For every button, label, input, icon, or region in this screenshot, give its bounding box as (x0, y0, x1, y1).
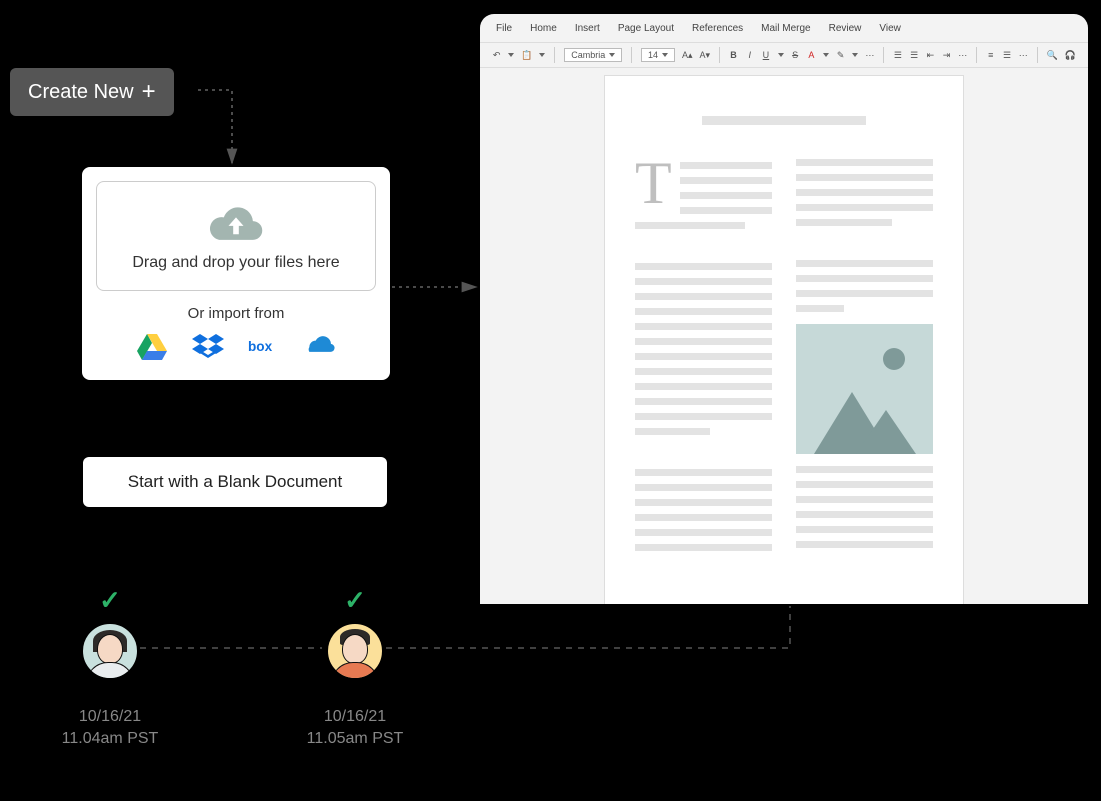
dropbox-icon[interactable] (192, 332, 224, 360)
font-size-select[interactable]: 14 (641, 48, 675, 62)
paste-icon[interactable]: 📋 (521, 49, 532, 61)
upload-dropzone[interactable]: Drag and drop your files here (96, 181, 376, 291)
timestamp-date: 10/16/21 (55, 706, 165, 728)
doc-column-right (796, 159, 933, 567)
check-icon: ✓ (300, 585, 410, 616)
chevron-down-icon[interactable] (778, 53, 784, 57)
start-blank-label: Start with a Blank Document (128, 472, 342, 491)
undo-icon[interactable]: ↶ (492, 49, 501, 61)
more-icon[interactable]: ⋯ (1019, 49, 1028, 61)
strikethrough-icon[interactable]: S (791, 49, 800, 61)
menu-file[interactable]: File (496, 23, 512, 34)
timestamp-date: 10/16/21 (300, 706, 410, 728)
timestamp-time: 11.05am PST (300, 728, 410, 750)
doc-column-left: T (635, 159, 772, 567)
svg-text:box: box (248, 339, 273, 354)
document-editor-window: File Home Insert Page Layout References … (480, 14, 1088, 604)
dropzone-text: Drag and drop your files here (107, 254, 365, 272)
import-services-row: box (96, 332, 376, 360)
increase-font-icon[interactable]: A▴ (682, 49, 693, 61)
check-icon: ✓ (55, 585, 165, 616)
bullet-list-icon[interactable]: ☰ (893, 49, 902, 61)
search-icon[interactable]: 🔍 (1047, 49, 1058, 61)
start-blank-document-button[interactable]: Start with a Blank Document (83, 457, 387, 507)
avatar (326, 622, 384, 680)
plus-icon: + (142, 80, 156, 104)
menu-insert[interactable]: Insert (575, 23, 600, 34)
increase-indent-icon[interactable]: ⇥ (942, 49, 951, 61)
toolbar: ↶ 📋 Cambria 14 A▴ A▾ B I U S A ✎ ⋯ ☰ ☰ ⇤… (480, 42, 1088, 68)
image-placeholder (796, 324, 933, 454)
menu-references[interactable]: References (692, 23, 743, 34)
import-from-label: Or import from (96, 305, 376, 322)
doc-title-placeholder (702, 116, 866, 125)
chevron-down-icon[interactable] (852, 53, 858, 57)
chevron-down-icon[interactable] (508, 53, 514, 57)
underline-icon[interactable]: U (761, 49, 770, 61)
dropcap-letter: T (635, 159, 672, 207)
menu-bar: File Home Insert Page Layout References … (480, 14, 1088, 42)
number-list-icon[interactable]: ☰ (909, 49, 918, 61)
highlight-icon[interactable]: ✎ (836, 49, 845, 61)
upload-card: Drag and drop your files here Or import … (82, 167, 390, 380)
more-icon[interactable]: ⋯ (865, 49, 874, 61)
user-version-1: ✓ 10/16/21 11.04am PST (55, 585, 165, 749)
menu-mail-merge[interactable]: Mail Merge (761, 23, 810, 34)
create-new-label: Create New (28, 81, 134, 104)
menu-view[interactable]: View (879, 23, 901, 34)
menu-page-layout[interactable]: Page Layout (618, 23, 674, 34)
italic-icon[interactable]: I (745, 49, 754, 61)
decrease-indent-icon[interactable]: ⇤ (926, 49, 935, 61)
document-page: T (605, 76, 963, 604)
line-spacing-icon[interactable]: ☰ (1002, 49, 1011, 61)
font-color-icon[interactable]: A (807, 49, 816, 61)
avatar (81, 622, 139, 680)
chevron-down-icon[interactable] (823, 53, 829, 57)
menu-home[interactable]: Home (530, 23, 557, 34)
bold-icon[interactable]: B (729, 49, 738, 61)
more-icon[interactable]: ⋯ (958, 49, 967, 61)
box-icon[interactable]: box (248, 332, 280, 360)
create-new-button[interactable]: Create New + (10, 68, 174, 116)
menu-review[interactable]: Review (829, 23, 862, 34)
chevron-down-icon[interactable] (539, 53, 545, 57)
user-version-2: ✓ 10/16/21 11.05am PST (300, 585, 410, 749)
onedrive-icon[interactable] (304, 332, 336, 360)
decrease-font-icon[interactable]: A▾ (700, 49, 711, 61)
font-family-select[interactable]: Cambria (564, 48, 622, 62)
align-left-icon[interactable]: ≡ (986, 49, 995, 61)
cloud-upload-icon (206, 202, 266, 244)
headphones-icon[interactable]: 🎧 (1065, 49, 1076, 61)
timestamp-time: 11.04am PST (55, 728, 165, 750)
google-drive-icon[interactable] (136, 332, 168, 360)
